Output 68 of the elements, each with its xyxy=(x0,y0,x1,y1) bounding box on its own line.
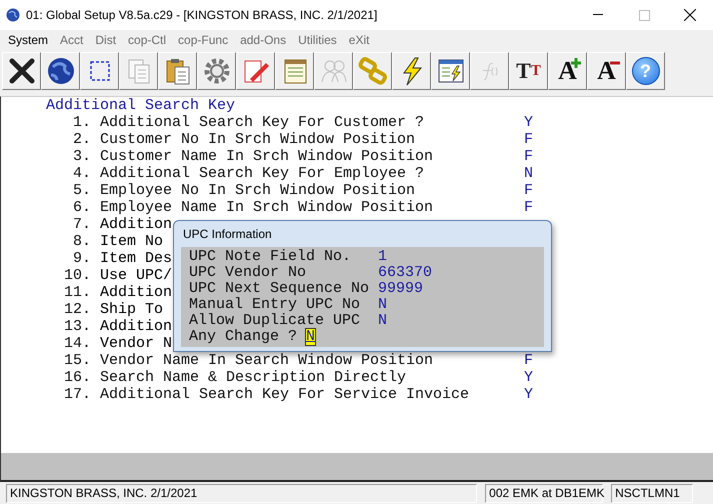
field-value: 99999 xyxy=(378,281,424,297)
font-button[interactable]: TT xyxy=(509,52,548,90)
close-icon[interactable] xyxy=(684,9,696,21)
item-number: 6. xyxy=(72,199,91,216)
setting-label: Additional Search Key For Service Invoice xyxy=(100,386,470,403)
setting-label: Use UPC/ xyxy=(100,267,172,284)
dialog-title: UPC Information xyxy=(182,226,273,243)
field-value: 1 xyxy=(378,249,388,265)
status-field: KINGSTON BRASS, INC. 2/1/2021 xyxy=(6,484,478,502)
item-number: 17. xyxy=(62,386,91,403)
field-label: UPC Note Field No. xyxy=(189,249,352,265)
item-number: 3. xyxy=(72,148,91,165)
setting-label: Addition xyxy=(100,284,172,301)
font-smaller-button[interactable]: A xyxy=(587,52,626,90)
field-label: Manual Entry UPC No xyxy=(189,297,362,313)
font-larger-button[interactable]: A xyxy=(548,52,587,90)
item-number: 14. xyxy=(62,335,91,352)
setting-label: Addition xyxy=(100,318,172,335)
item-number: 1. xyxy=(72,114,91,131)
setting-label: Item No xyxy=(100,233,164,250)
field-label: Allow Duplicate UPC xyxy=(189,313,362,329)
setting-label: Additional Search Key For Customer ? xyxy=(100,114,426,131)
item-number: 15. xyxy=(62,352,91,369)
item-number: 7. xyxy=(72,216,91,233)
setting-label: Customer No In Srch Window Position xyxy=(100,131,416,148)
status-field: NSCTLMN1 xyxy=(611,484,693,502)
field-value: 663370 xyxy=(378,265,432,281)
setting-label: Employee Name In Srch Window Position xyxy=(100,199,434,216)
app-globe-icon xyxy=(6,8,20,22)
menu-item[interactable]: System xyxy=(4,33,52,47)
field-value: N xyxy=(378,297,388,313)
setting-label: Additional Search Key For Employee ? xyxy=(100,165,426,182)
field-label: UPC Next Sequence No xyxy=(189,281,370,297)
setting-value: F xyxy=(524,352,534,369)
item-number: 11. xyxy=(62,284,91,301)
setting-label: Search Name & Description Directly xyxy=(100,369,408,386)
window-title: 01: Global Setup V8.5a.c29 - [KINGSTON BRASS, INC. 2/1/2021] xyxy=(26,8,378,22)
setting-value: F xyxy=(524,199,534,216)
setting-label: Addition xyxy=(100,216,172,233)
item-number: 4. xyxy=(72,165,91,182)
item-number: 13. xyxy=(62,318,91,335)
setting-label: Customer Name In Srch Window Position xyxy=(100,148,434,165)
status-field: 002 EMK at DB1EMK xyxy=(485,484,604,502)
item-number: 8. xyxy=(72,233,91,250)
item-number: 9. xyxy=(72,250,91,267)
setting-value: Y xyxy=(524,386,534,403)
item-number: 16. xyxy=(62,369,91,386)
setting-value: N xyxy=(524,165,534,182)
setting-value: Y xyxy=(524,369,534,386)
field-value: N xyxy=(378,313,388,329)
item-number: 12. xyxy=(62,301,91,318)
prompt-label: Any Change ? xyxy=(189,329,298,345)
setting-label: Item Des xyxy=(100,250,172,267)
setting-value: F xyxy=(524,182,534,199)
minimize-icon[interactable] xyxy=(593,14,603,16)
section-title: Additional Search Key xyxy=(46,97,236,114)
setting-value: Y xyxy=(524,114,534,131)
setting-label: Ship To xyxy=(100,301,164,318)
setting-label: Vendor Name In Search Window Position xyxy=(100,352,434,369)
item-number: 5. xyxy=(72,182,91,199)
field-label: UPC Vendor No xyxy=(189,265,308,281)
setting-label: Vendor N xyxy=(100,335,172,352)
item-number: 10. xyxy=(62,267,91,284)
input-field[interactable]: N xyxy=(306,329,316,345)
item-number: 2. xyxy=(72,131,91,148)
setting-value: F xyxy=(524,131,534,148)
setting-label: Employee No In Srch Window Position xyxy=(100,182,416,199)
setting-value: F xyxy=(524,148,534,165)
